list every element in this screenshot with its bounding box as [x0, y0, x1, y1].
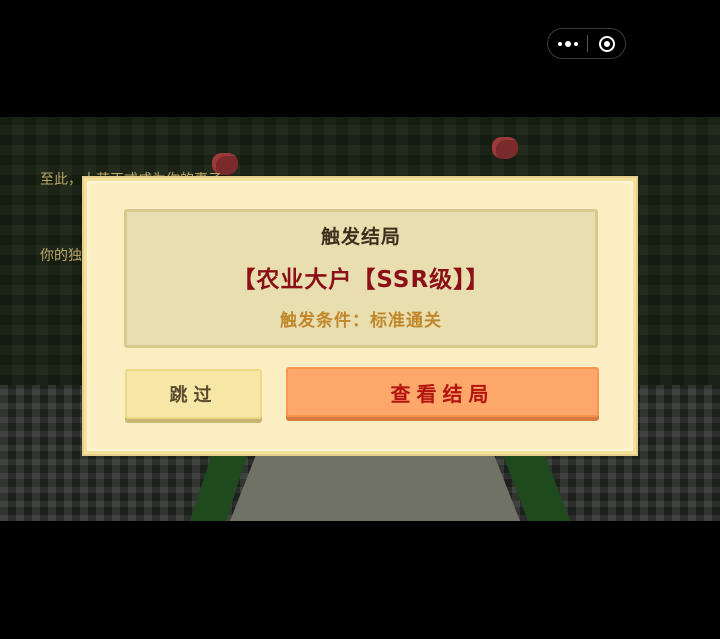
flower-icon	[492, 137, 518, 159]
miniprogram-capsule	[547, 28, 626, 59]
screen: 至此，大花正式成为你的妻子 你的独 触发结局 【农业大户【SSR级】】 触发条件…	[0, 0, 720, 639]
ending-info-panel: 触发结局 【农业大户【SSR级】】 触发条件：标准通关	[124, 209, 598, 348]
ending-condition: 触发条件：标准通关	[280, 311, 442, 331]
view-ending-button[interactable]: 查看结局	[286, 367, 599, 417]
story-text: 你的独	[40, 248, 82, 264]
more-dots-icon[interactable]	[548, 29, 587, 58]
stone-path	[230, 447, 520, 521]
skip-button[interactable]: 跳过	[125, 369, 262, 419]
ending-name: 【农业大户【SSR级】】	[232, 267, 490, 293]
record-close-icon[interactable]	[588, 29, 625, 58]
dialog-title: 触发结局	[320, 226, 401, 248]
ending-dialog: 触发结局 【农业大户【SSR级】】 触发条件：标准通关 跳过 查看结局	[84, 178, 636, 454]
